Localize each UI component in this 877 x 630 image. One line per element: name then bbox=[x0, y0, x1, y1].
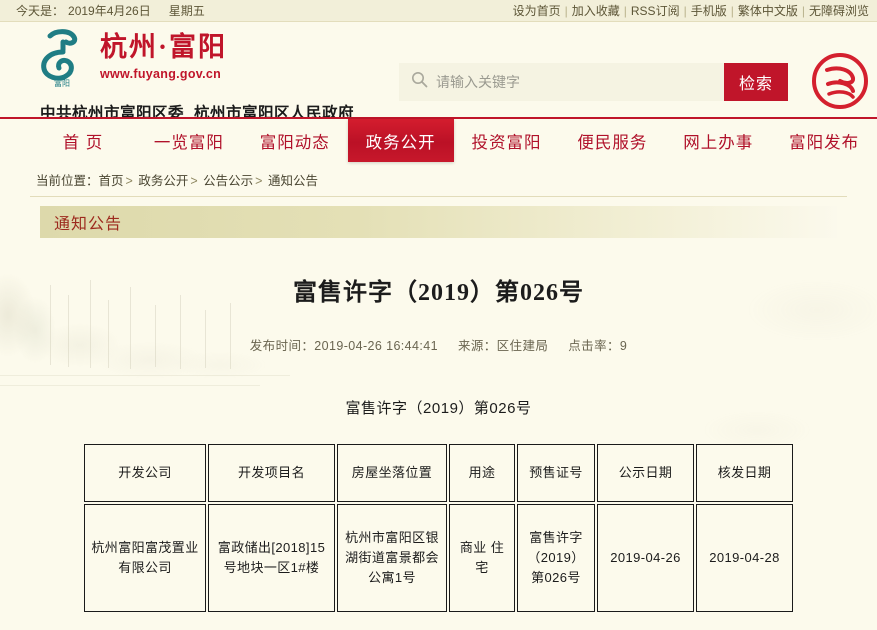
breadcrumb: 当前位置：首页 > 政务公开 > 公告公示 > 通知公告 bbox=[30, 162, 847, 197]
nav-item-investment[interactable]: 投资富阳 bbox=[454, 119, 560, 162]
source-value: 区住建局 bbox=[496, 339, 549, 353]
cell-location: 杭州市富阳区银湖街道富景都会公寓1号 bbox=[337, 504, 447, 612]
top-utility-links: 设为首页 | 加入收藏 | RSS订阅 | 手机版 | 繁体中文版 | 无障碍浏… bbox=[509, 2, 873, 19]
breadcrumb-item-notices[interactable]: 通知公告 bbox=[268, 174, 318, 188]
cell-permit-number: 富售许字（2019）第026号 bbox=[517, 504, 595, 612]
breadcrumb-arrow: > bbox=[190, 174, 198, 188]
link-add-favorite[interactable]: 加入收藏 bbox=[568, 2, 624, 19]
cell-developer: 杭州富阳富茂置业有限公司 bbox=[84, 504, 206, 612]
hits-value: 9 bbox=[619, 339, 628, 353]
nav-item-fuyang-release[interactable]: 富阳发布 bbox=[771, 119, 877, 162]
site-header: 富阳 杭州·富阳 www.fuyang.gov.cn 中共杭州市富阳区委 杭州市富… bbox=[0, 22, 877, 122]
weekday-value: 星期五 bbox=[168, 4, 205, 18]
page-root: 今天是： 2019年4月26日 星期五 设为首页 | 加入收藏 | RSS订阅 |… bbox=[0, 0, 877, 630]
link-traditional-chinese[interactable]: 繁体中文版 bbox=[734, 2, 802, 19]
site-search: 检索 bbox=[399, 63, 788, 101]
svg-text:富阳: 富阳 bbox=[54, 78, 70, 88]
today-date: 今天是： 2019年4月26日 星期五 bbox=[0, 2, 205, 19]
publish-time-value: 2019-04-26 16:44:41 bbox=[314, 339, 438, 353]
site-logo[interactable]: 富阳 杭州·富阳 www.fuyang.gov.cn bbox=[30, 26, 227, 88]
nav-item-overview[interactable]: 一览富阳 bbox=[136, 119, 242, 162]
table-header-permit-number: 预售证号 bbox=[517, 444, 595, 502]
logo-website-url: www.fuyang.gov.cn bbox=[100, 66, 222, 81]
table-header-publicity-date: 公示日期 bbox=[597, 444, 694, 502]
logo-chinese-name: 杭州·富阳 bbox=[100, 32, 228, 62]
link-rss[interactable]: RSS订阅 bbox=[627, 2, 684, 19]
cell-issue-date: 2019-04-28 bbox=[696, 504, 793, 612]
breadcrumb-arrow: > bbox=[125, 174, 133, 188]
date-value: 2019年4月26日 bbox=[68, 4, 151, 18]
nav-item-government-affairs[interactable]: 政务公开 bbox=[347, 119, 454, 162]
cell-publicity-date: 2019-04-26 bbox=[597, 504, 694, 612]
main-navigation: 首 页 一览富阳 富阳动态 政务公开 投资富阳 便民服务 网上办事 富阳发布 bbox=[0, 117, 877, 162]
link-accessibility[interactable]: 无障碍浏览 bbox=[805, 2, 873, 19]
nav-item-home[interactable]: 首 页 bbox=[30, 119, 136, 162]
breadcrumb-item-government-affairs[interactable]: 政务公开 bbox=[138, 174, 188, 188]
presale-permit-table: 开发公司 开发项目名 房屋坐落位置 用途 预售证号 公示日期 核发日期 杭州富阳… bbox=[82, 442, 795, 614]
breadcrumb-item-home[interactable]: 首页 bbox=[99, 174, 124, 188]
table-row: 杭州富阳富茂置业有限公司 富政储出[2018]15号地块一区1#楼 杭州市富阳区… bbox=[84, 504, 793, 612]
link-set-homepage[interactable]: 设为首页 bbox=[509, 2, 565, 19]
article-container: 富售许字（2019）第026号 发布时间：2019-04-26 16:44:41… bbox=[0, 238, 877, 418]
search-field-wrapper[interactable] bbox=[399, 63, 724, 101]
hits-label: 点击率： bbox=[568, 339, 620, 353]
table-header-usage: 用途 bbox=[449, 444, 515, 502]
page-title: 富售许字（2019）第026号 bbox=[293, 280, 584, 306]
publish-time-label: 发布时间： bbox=[249, 339, 315, 353]
cell-project-name: 富政储出[2018]15号地块一区1#楼 bbox=[208, 504, 335, 612]
channel-title: 通知公告 bbox=[54, 216, 123, 233]
table-header-issue-date: 核发日期 bbox=[696, 444, 793, 502]
breadcrumb-label: 当前位置： bbox=[36, 174, 99, 188]
search-button[interactable]: 检索 bbox=[724, 63, 788, 101]
table-header-developer: 开发公司 bbox=[84, 444, 206, 502]
logo-wordmark: 杭州·富阳 www.fuyang.gov.cn bbox=[100, 26, 228, 81]
presale-permit-table-wrapper: 开发公司 开发项目名 房屋坐落位置 用途 预售证号 公示日期 核发日期 杭州富阳… bbox=[0, 442, 877, 614]
search-input[interactable] bbox=[436, 74, 724, 90]
table-header-location: 房屋坐落位置 bbox=[337, 444, 447, 502]
breadcrumb-item-announcements[interactable]: 公告公示 bbox=[203, 174, 253, 188]
channel-title-bar: 通知公告 bbox=[40, 206, 837, 238]
source-label: 来源： bbox=[457, 339, 497, 353]
top-utility-bar: 今天是： 2019年4月26日 星期五 设为首页 | 加入收藏 | RSS订阅 |… bbox=[0, 0, 877, 22]
fuyang-swirl-logo-icon: 富阳 bbox=[30, 26, 96, 88]
breadcrumb-arrow: > bbox=[255, 174, 263, 188]
date-prefix-label: 今天是： bbox=[16, 4, 65, 18]
article-meta: 发布时间：2019-04-26 16:44:41 来源：区住建局 点击率：9 bbox=[0, 335, 877, 354]
link-mobile[interactable]: 手机版 bbox=[687, 2, 731, 19]
article-subtitle: 富售许字（2019）第026号 bbox=[345, 400, 532, 417]
search-icon bbox=[411, 71, 428, 93]
fuyang-seal-icon bbox=[809, 50, 871, 112]
nav-item-online-service[interactable]: 网上办事 bbox=[665, 119, 771, 162]
table-header-row: 开发公司 开发项目名 房屋坐落位置 用途 预售证号 公示日期 核发日期 bbox=[84, 444, 793, 502]
nav-item-news[interactable]: 富阳动态 bbox=[242, 119, 348, 162]
table-header-project-name: 开发项目名 bbox=[208, 444, 335, 502]
nav-item-public-services[interactable]: 便民服务 bbox=[559, 119, 665, 162]
cell-usage: 商业 住宅 bbox=[449, 504, 515, 612]
